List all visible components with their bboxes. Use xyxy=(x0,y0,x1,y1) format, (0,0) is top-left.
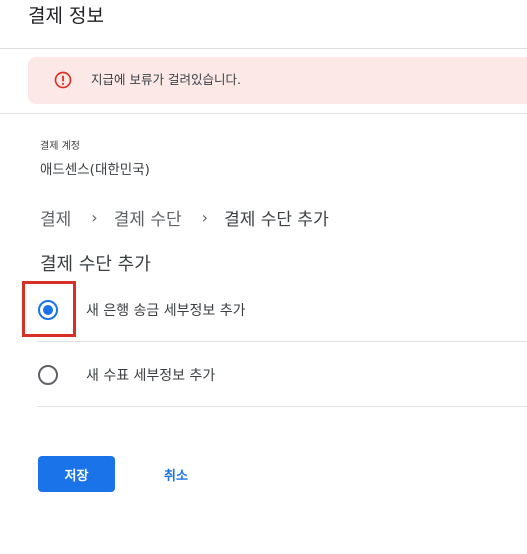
chevron-right-icon: › xyxy=(91,207,98,227)
highlight-box xyxy=(22,281,76,337)
alert-banner: 지급에 보류가 걸려있습니다. xyxy=(28,57,527,104)
option-label: 새 은행 송금 세부정보 추가 xyxy=(86,303,246,319)
breadcrumb: 결제 › 결제 수단 › 결제 수단 추가 xyxy=(40,204,329,230)
radio-unselected-icon[interactable] xyxy=(38,365,58,385)
cancel-button[interactable]: 취소 xyxy=(152,456,200,492)
divider xyxy=(38,406,527,407)
alert-message: 지급에 보류가 걸려있습니다. xyxy=(91,72,241,87)
divider xyxy=(38,341,527,342)
page-title: 결제 정보 xyxy=(28,5,104,27)
option-label: 새 수표 세부정보 추가 xyxy=(86,368,216,384)
option-bank-transfer[interactable]: 새 은행 송금 세부정보 추가 xyxy=(38,278,527,342)
section-title: 결제 수단 추가 xyxy=(40,254,151,275)
account-label: 결제 계정 xyxy=(40,141,80,152)
save-button[interactable]: 저장 xyxy=(38,456,115,492)
account-value: 애드센스(대한민국) xyxy=(40,162,150,178)
chevron-right-icon: › xyxy=(201,207,209,227)
divider xyxy=(0,48,527,49)
breadcrumb-item-current: 결제 수단 추가 xyxy=(224,209,329,230)
option-check[interactable]: 새 수표 세부정보 추가 xyxy=(38,343,527,407)
error-icon xyxy=(54,71,72,89)
divider xyxy=(0,113,527,114)
breadcrumb-item-payment-methods[interactable]: 결제 수단 xyxy=(114,205,182,230)
breadcrumb-item-billing[interactable]: 결제 xyxy=(40,205,71,230)
